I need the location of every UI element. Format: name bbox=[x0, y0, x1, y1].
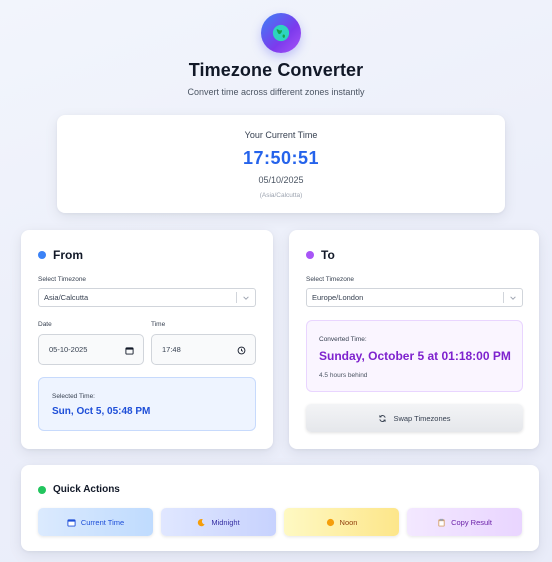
to-timezone-select[interactable]: Europe/London bbox=[306, 288, 523, 307]
clock-icon[interactable] bbox=[237, 346, 246, 355]
to-timezone-label: Select Timezone bbox=[306, 276, 355, 283]
select-separator bbox=[503, 292, 504, 303]
from-time-input[interactable]: 17:48 bbox=[151, 334, 256, 365]
converted-time-box: Converted Time: Sunday, October 5 at 01:… bbox=[306, 320, 523, 392]
quick-actions-heading-text: Quick Actions bbox=[53, 484, 120, 495]
current-time-label: Your Current Time bbox=[244, 130, 318, 140]
calendar-icon bbox=[67, 518, 76, 527]
select-separator bbox=[236, 292, 237, 303]
sun-icon bbox=[326, 518, 334, 526]
selected-time-label: Selected Time: bbox=[52, 393, 95, 400]
current-time-button-label: Current Time bbox=[80, 517, 125, 527]
midnight-button-label: Midnight bbox=[211, 517, 240, 527]
to-timezone-value: Europe/London bbox=[312, 293, 364, 302]
chevron-down-icon bbox=[243, 296, 249, 300]
from-date-label: Date bbox=[38, 321, 52, 328]
time-difference: 4.5 hours behind bbox=[319, 372, 368, 379]
from-heading: From bbox=[38, 248, 83, 262]
to-dot-icon bbox=[306, 251, 314, 259]
chevron-down-icon bbox=[510, 296, 516, 300]
from-timezone-label: Select Timezone bbox=[38, 276, 87, 283]
quick-actions-card: Quick Actions Current Time Midnight Noon… bbox=[21, 465, 539, 551]
copy-result-button[interactable]: Copy Result bbox=[407, 508, 522, 536]
calendar-icon[interactable] bbox=[125, 346, 134, 355]
page-subtitle: Convert time across different zones inst… bbox=[187, 87, 365, 97]
from-date-value: 05-10-2025 bbox=[49, 345, 88, 354]
current-timezone: (Asia/Calcutta) bbox=[259, 192, 303, 199]
swap-icon bbox=[379, 414, 387, 422]
quick-actions-heading: Quick Actions bbox=[38, 484, 120, 495]
page-title: Timezone Converter bbox=[188, 60, 364, 80]
from-timezone-select[interactable]: Asia/Calcutta bbox=[38, 288, 256, 307]
from-timezone-value: Asia/Calcutta bbox=[44, 293, 89, 302]
from-card: From Select Timezone Asia/Calcutta Date … bbox=[21, 230, 273, 449]
converted-time-value: Sunday, October 5 at 01:18:00 PM bbox=[319, 349, 511, 363]
noon-button[interactable]: Noon bbox=[284, 508, 399, 536]
from-dot-icon bbox=[38, 251, 46, 259]
from-heading-text: From bbox=[53, 248, 83, 262]
moon-icon bbox=[198, 518, 205, 526]
quick-actions-dot-icon bbox=[38, 485, 46, 494]
current-time-value: 17:50:51 bbox=[242, 148, 320, 168]
swap-timezones-button[interactable]: Swap Timezones bbox=[306, 404, 523, 432]
globe-icon bbox=[261, 13, 301, 53]
clipboard-icon bbox=[438, 518, 445, 527]
noon-button-label: Noon bbox=[339, 517, 358, 527]
selected-time-value: Sun, Oct 5, 05:48 PM bbox=[52, 406, 151, 417]
from-time-value: 17:48 bbox=[162, 345, 181, 354]
to-card: To Select Timezone Europe/London Convert… bbox=[289, 230, 539, 449]
swap-timezones-label: Swap Timezones bbox=[393, 413, 451, 423]
from-date-input[interactable]: 05-10-2025 bbox=[38, 334, 144, 365]
midnight-button[interactable]: Midnight bbox=[161, 508, 276, 536]
from-time-label: Time bbox=[151, 321, 166, 328]
selected-time-box: Selected Time: Sun, Oct 5, 05:48 PM bbox=[38, 377, 256, 431]
current-time-card: Your Current Time 17:50:51 05/10/2025 (A… bbox=[57, 115, 505, 213]
current-date-value: 05/10/2025 bbox=[258, 175, 304, 185]
current-time-button[interactable]: Current Time bbox=[38, 508, 153, 536]
copy-result-button-label: Copy Result bbox=[451, 517, 492, 527]
to-heading-text: To bbox=[321, 248, 335, 262]
to-heading: To bbox=[306, 248, 335, 262]
converted-time-label: Converted Time: bbox=[319, 336, 367, 343]
